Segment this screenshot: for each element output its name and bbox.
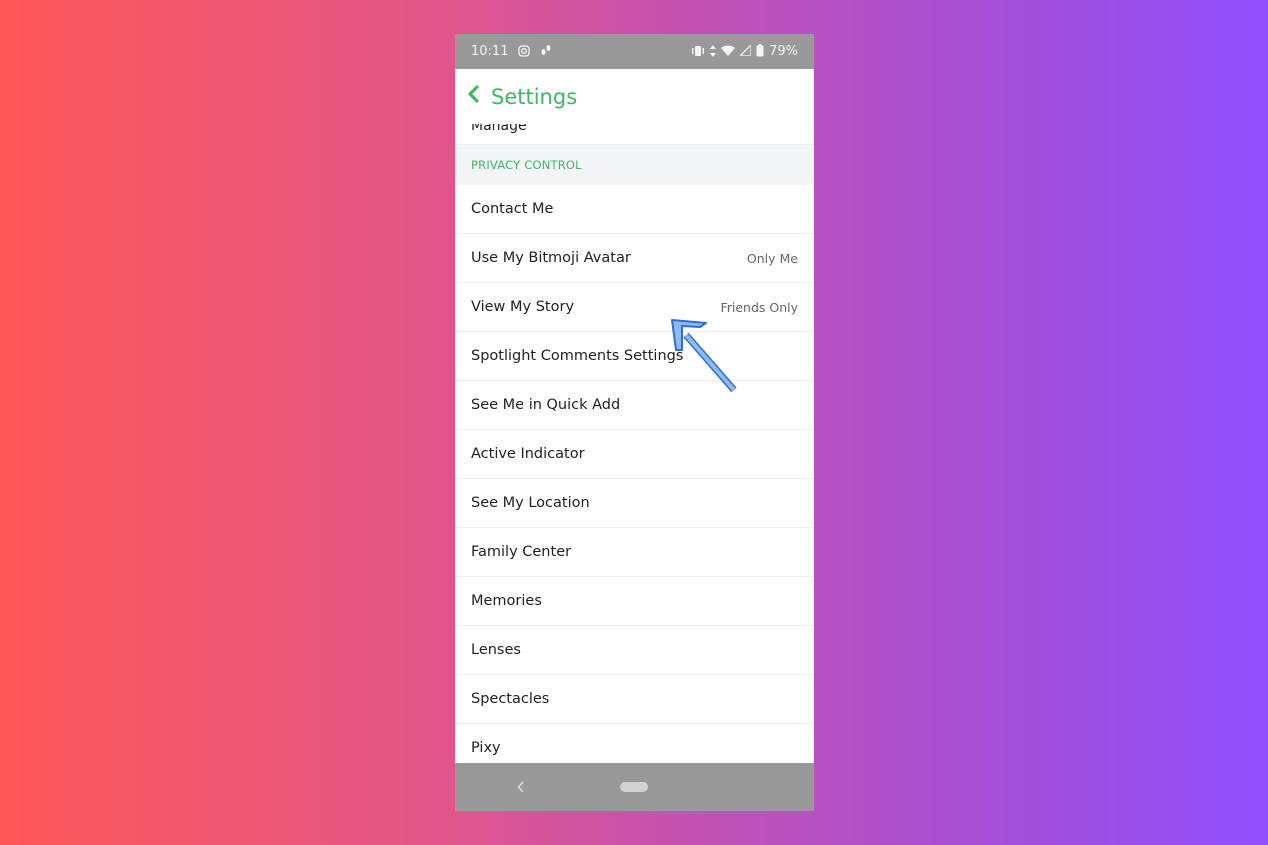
settings-row-lenses[interactable]: Lenses (455, 626, 814, 675)
settings-row-manage[interactable]: Manage (455, 124, 814, 145)
settings-row-family-center[interactable]: Family Center (455, 528, 814, 577)
page-title: Settings (491, 84, 578, 109)
row-label: Contact Me (471, 201, 554, 217)
privacy-settings-list: Contact Me Use My Bitmoji Avatar Only Me … (455, 185, 814, 773)
row-label: Active Indicator (471, 446, 585, 462)
data-arrows-icon (710, 44, 717, 59)
phone-screen: 10:11 79% Settings Manage PRIVACY CONTRO… (455, 34, 814, 811)
row-label: Memories (471, 593, 542, 609)
row-label: Lenses (471, 642, 521, 658)
settings-row-contact-me[interactable]: Contact Me (455, 185, 814, 234)
row-label: View My Story (471, 299, 575, 315)
row-label: Spectacles (471, 691, 550, 707)
settings-row-active-indicator[interactable]: Active Indicator (455, 430, 814, 479)
settings-row-see-me-in-quick-add[interactable]: See Me in Quick Add (455, 381, 814, 430)
settings-row-see-my-location[interactable]: See My Location (455, 479, 814, 528)
row-label: See Me in Quick Add (471, 397, 621, 413)
settings-row-use-my-bitmoji-avatar[interactable]: Use My Bitmoji Avatar Only Me (455, 234, 814, 283)
wifi-icon (721, 45, 736, 58)
row-label: Use My Bitmoji Avatar (471, 250, 631, 266)
battery-percent: 79% (769, 44, 798, 59)
row-label: Pixy (471, 740, 501, 756)
settings-header: Settings (455, 69, 814, 124)
row-label: Spotlight Comments Settings (471, 348, 684, 364)
notification-icon (540, 44, 552, 59)
section-header-privacy-control: PRIVACY CONTROL (455, 145, 814, 185)
row-label: Family Center (471, 544, 572, 560)
row-label: See My Location (471, 495, 590, 511)
settings-row-spectacles[interactable]: Spectacles (455, 675, 814, 724)
chevron-left-icon[interactable] (467, 85, 479, 108)
row-label: Manage (471, 124, 527, 134)
row-value: Only Me (746, 250, 798, 266)
row-value: Friends Only (720, 299, 798, 315)
vibrate-icon (691, 45, 705, 58)
signal-icon (738, 43, 752, 58)
home-pill-icon[interactable] (620, 782, 648, 792)
status-time: 10:11 (471, 44, 509, 59)
status-bar: 10:11 79% (455, 34, 814, 69)
section-title: PRIVACY CONTROL (471, 158, 582, 172)
nav-back-icon[interactable] (517, 778, 525, 797)
navigation-bar (455, 763, 814, 811)
settings-row-spotlight-comments-settings[interactable]: Spotlight Comments Settings (455, 332, 814, 381)
settings-row-memories[interactable]: Memories (455, 577, 814, 626)
settings-row-view-my-story[interactable]: View My Story Friends Only (455, 283, 814, 332)
instagram-icon (518, 44, 531, 59)
battery-icon (756, 44, 764, 59)
